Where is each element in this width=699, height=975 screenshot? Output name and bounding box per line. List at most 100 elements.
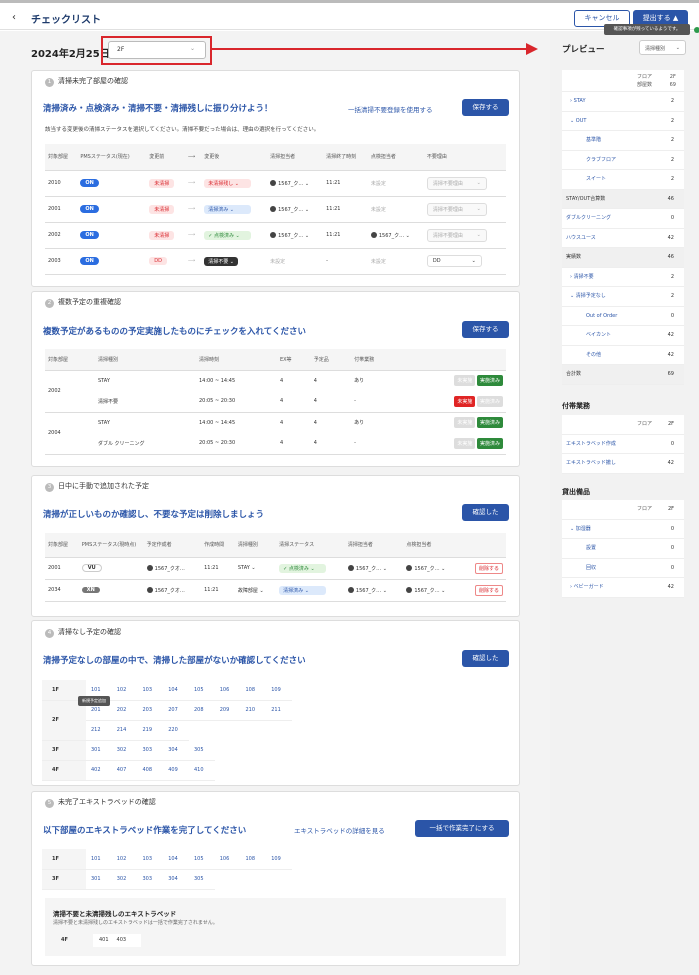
room-link[interactable]: 408 (137, 760, 164, 781)
room-link[interactable]: 305 (189, 740, 215, 761)
staff-select[interactable]: 1567_ク… ⌄ (270, 232, 309, 239)
preview-row[interactable]: › STAY 2 (562, 92, 684, 112)
room-link[interactable]: 108 (240, 849, 267, 870)
not-done-button[interactable]: 未実施 (454, 417, 476, 429)
room-link[interactable]: 304 (163, 869, 189, 890)
room-link[interactable]: 202 (111, 700, 138, 721)
inspector-unset[interactable]: 未設定 (371, 181, 386, 187)
room-link[interactable]: 212 (86, 720, 112, 741)
preview-row[interactable]: 基準階 2 (562, 131, 684, 151)
not-done-button[interactable]: 未実施 (454, 375, 476, 387)
done-button[interactable]: 実施済み (476, 417, 503, 429)
cleaning-type-select[interactable]: 故障部屋 ⌄ (238, 588, 264, 594)
bulk-complete-button[interactable]: 一括で作業完了にする (415, 820, 509, 837)
reason-select[interactable]: 清掃不要理由 ⌄ (426, 228, 487, 242)
room-link[interactable]: 303 (137, 869, 164, 890)
excluded-room[interactable]: 401 (99, 937, 109, 943)
room-link[interactable]: 209 (214, 700, 241, 721)
preview-row[interactable]: Out of Order 0 (562, 307, 684, 326)
room-link[interactable]: 211 (266, 700, 292, 721)
cleaning-type-select[interactable]: 清掃種別 ⌄ (639, 40, 686, 55)
room-link[interactable]: 302 (111, 740, 138, 761)
clean-status-select[interactable]: 清掃済み ⌄ (279, 585, 327, 595)
staff-unset[interactable]: 未設定 (270, 259, 285, 265)
save-button[interactable]: 保存する (462, 321, 509, 338)
preview-row[interactable]: クラブフロア 2 (562, 151, 684, 170)
inspector-select[interactable]: 1567_ク… ⌄ (406, 587, 445, 594)
preview-row[interactable]: 設置 0 (562, 539, 684, 559)
room-link[interactable]: 101 (86, 849, 112, 870)
room-link[interactable]: 102 (111, 849, 138, 870)
done-button[interactable]: 実施済み (476, 395, 503, 407)
room-link[interactable]: 109 (266, 849, 292, 870)
room-link[interactable]: 104 (163, 849, 189, 870)
excluded-room[interactable]: 403 (117, 937, 127, 943)
done-button[interactable]: 実施済み (476, 375, 503, 387)
cleaning-type-select[interactable]: STAY ⌄ (238, 565, 256, 571)
preview-row[interactable]: エキストラベッド撤し 42 (562, 454, 684, 474)
room-link[interactable]: 207 (163, 700, 189, 721)
inspector-unset[interactable]: 未設定 (371, 259, 386, 265)
back-icon[interactable]: ‹ (12, 12, 16, 23)
room-link[interactable]: 106 (214, 849, 241, 870)
preview-row[interactable]: スイート 2 (562, 170, 684, 190)
room-link[interactable]: 305 (189, 869, 215, 890)
preview-row[interactable]: ⌄ OUT 2 (562, 112, 684, 131)
not-done-button[interactable]: 未実施 (454, 437, 476, 449)
room-link[interactable]: 105 (189, 849, 215, 870)
room-link[interactable]: 203 (137, 700, 164, 721)
after-status-select[interactable]: 清掃不要 ⌄ (204, 256, 238, 266)
after-status-select[interactable]: ✓ 点検済み ⌄ (204, 230, 252, 240)
preview-row[interactable]: ⌄ 清掃予定なし 2 (562, 287, 684, 307)
after-status-select[interactable]: 清掃済み ⌄ (204, 204, 252, 214)
room-link[interactable]: 208 (189, 700, 215, 721)
room-link[interactable]: 108 (240, 680, 267, 701)
room-link[interactable]: 301 (86, 869, 112, 890)
delete-button[interactable]: 削除する (474, 562, 503, 574)
room-link[interactable]: 220 (163, 720, 189, 741)
staff-select[interactable]: 1567_ク… ⌄ (270, 206, 309, 213)
room-link[interactable]: 304 (163, 740, 189, 761)
inspector-unset[interactable]: 未設定 (371, 207, 386, 213)
room-link[interactable]: 410 (189, 760, 215, 781)
room-link[interactable]: 210 (240, 700, 267, 721)
preview-row[interactable]: エキストラベッド作成 0 (562, 435, 684, 454)
room-link[interactable]: 109 (266, 680, 292, 701)
done-button[interactable]: 実施済み (476, 437, 503, 449)
room-link[interactable]: 409 (163, 760, 189, 781)
room-link[interactable]: 301 (86, 740, 112, 761)
inspector-select[interactable]: 1567_ク… ⌄ (406, 565, 445, 572)
preview-row[interactable]: › 清掃不要 2 (562, 268, 684, 287)
preview-row[interactable]: ハウスユース 42 (562, 229, 684, 248)
confirm-button[interactable]: 確認した (462, 504, 509, 521)
delete-button[interactable]: 削除する (474, 584, 503, 596)
preview-row[interactable]: その他 42 (562, 346, 684, 365)
room-link[interactable]: 103 (137, 849, 164, 870)
reason-select[interactable]: 清掃不要理由 ⌄ (426, 202, 487, 216)
room-link[interactable]: 104 (163, 680, 189, 701)
room-link[interactable]: 402 (86, 760, 112, 781)
room-link[interactable]: 303 (137, 740, 164, 761)
room-link[interactable]: 219 (137, 720, 164, 741)
room-link[interactable]: 407 (111, 760, 138, 781)
confirm-button[interactable]: 確認した (462, 650, 509, 667)
preview-row[interactable]: 回収 0 (562, 559, 684, 578)
room-link[interactable]: 214 (111, 720, 138, 741)
room-link[interactable]: 106 (214, 680, 241, 701)
preview-row[interactable]: › ベビーガード 42 (562, 578, 684, 598)
clean-status-select[interactable]: ✓ 点検済み ⌄ (279, 563, 327, 573)
reason-select[interactable]: 清掃不要理由 ⌄ (426, 176, 487, 190)
preview-row[interactable]: ⌄ 加湿器 0 (562, 520, 684, 539)
not-done-button[interactable]: 未実施 (454, 395, 476, 407)
staff-select[interactable]: 1567_ク… ⌄ (270, 180, 309, 187)
inspector-select[interactable]: 1567_ク… ⌄ (370, 232, 410, 239)
room-link[interactable]: 103 (137, 680, 164, 701)
after-status-select[interactable]: 未清掃残し ⌄ (204, 178, 252, 188)
reason-select[interactable]: DD ⌄ (426, 255, 482, 267)
room-link[interactable]: 302 (111, 869, 138, 890)
bulk-no-clean-link[interactable]: 一括清掃不要登録を使用する (348, 104, 433, 114)
room-link[interactable]: 105 (189, 680, 215, 701)
room-link[interactable]: 102 (111, 680, 138, 701)
extra-bed-detail-link[interactable]: エキストラベッドの詳細を見る (294, 825, 385, 835)
staff-select[interactable]: 1567_ク… ⌄ (347, 587, 387, 594)
